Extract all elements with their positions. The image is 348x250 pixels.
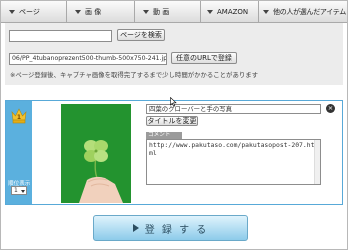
submit-register-button[interactable]: 登 録 す る — [93, 215, 248, 241]
rank-select-value: 1 — [14, 187, 18, 194]
ranking-item: 1 順位表示 1 四葉のクローバーと手の写真 タイトルを変更 × コメント ht… — [5, 100, 343, 205]
comment-scrollbar[interactable] — [314, 140, 320, 184]
change-title-button[interactable]: タイトルを変更 — [146, 116, 198, 126]
rank-number: 1 — [17, 114, 21, 121]
comment-text: http://www.pakutaso.com/pakutasopost-207… — [149, 141, 315, 157]
page-url-input[interactable] — [9, 30, 112, 42]
rank-select[interactable]: 1 — [11, 186, 27, 195]
rank-column: 1 順位表示 1 — [6, 101, 32, 204]
tab-image[interactable]: 画 像 — [67, 1, 135, 22]
comment-label: コメント — [146, 132, 182, 139]
register-url-button[interactable]: 任意のURLで登録 — [171, 52, 237, 64]
tab-label: AMAZON — [217, 7, 249, 16]
tab-label: 他の人が選んだアイテム — [273, 7, 346, 16]
tab-label: 画 像 — [85, 7, 102, 16]
dropdown-arrow-icon — [207, 9, 213, 14]
dropdown-arrow-icon — [75, 9, 81, 14]
tab-others-items[interactable]: 他の人が選んだアイテム — [259, 1, 347, 22]
tab-label: ページ — [19, 7, 40, 16]
registration-note: ※ページ登録後、キャプチャ画像を取得完了するまで少し時間がかかることがあります — [10, 71, 259, 79]
play-icon — [132, 224, 139, 232]
tab-video[interactable]: 動 画 — [135, 1, 201, 22]
tab-bar: ページ 画 像 動 画 AMAZON 他の人が選んだアイテム — [1, 1, 347, 23]
search-page-button[interactable]: ページを検索 — [117, 29, 165, 41]
chevron-down-icon — [21, 190, 25, 193]
clover-hand-image — [61, 104, 131, 203]
comment-textarea[interactable]: http://www.pakutaso.com/pakutasopost-207… — [146, 139, 321, 185]
mouse-cursor-icon — [170, 97, 177, 107]
dropdown-arrow-icon — [9, 9, 15, 14]
close-icon[interactable]: × — [326, 104, 335, 113]
crown-icon: 1 — [11, 108, 27, 124]
dropdown-arrow-icon — [143, 9, 149, 14]
tab-amazon[interactable]: AMAZON — [201, 1, 259, 22]
item-photo — [61, 104, 131, 203]
tab-page[interactable]: ページ — [1, 1, 67, 22]
submit-label: 登 録 す る — [144, 224, 209, 236]
dropdown-arrow-icon — [263, 9, 269, 14]
image-url-input[interactable]: 06/PP_4tubanoprezent500-thumb-500x750-24… — [9, 53, 167, 65]
tab-label: 動 画 — [153, 7, 170, 16]
